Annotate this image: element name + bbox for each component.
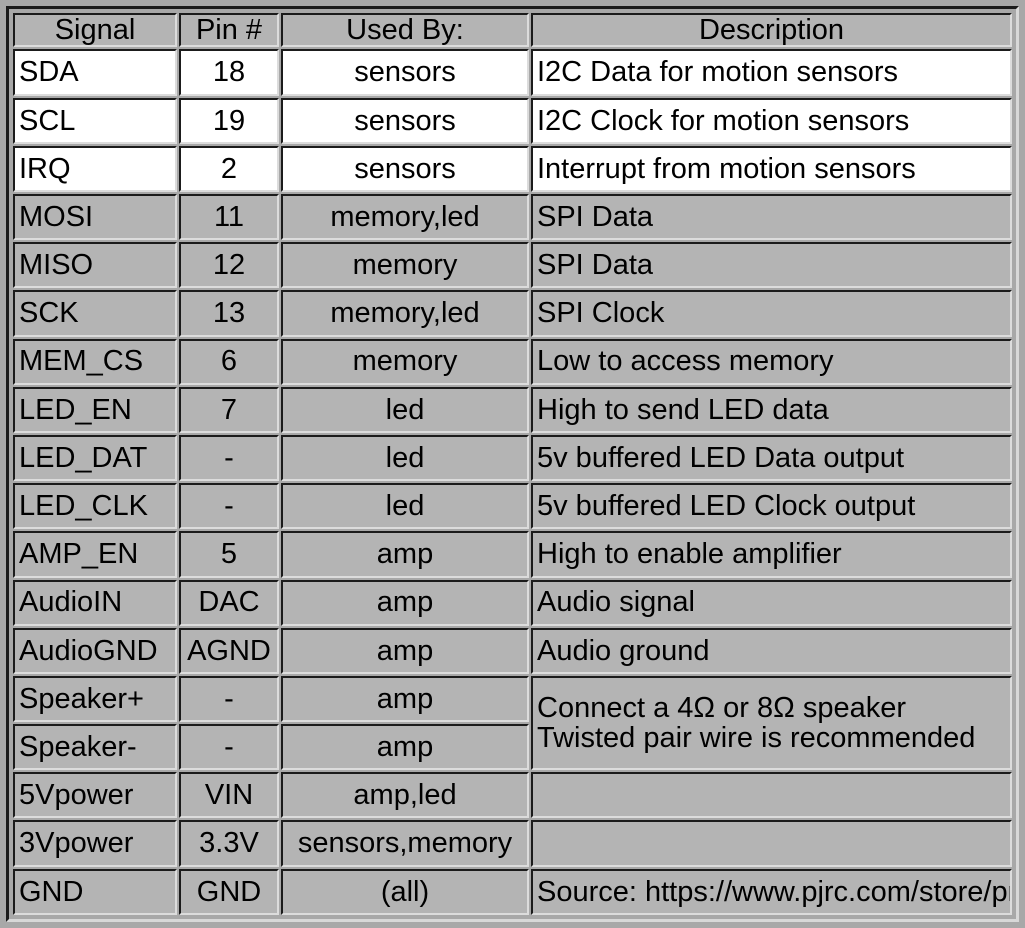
cell-signal: 5Vpower	[13, 772, 177, 819]
cell-description-speaker-merged: Connect a 4Ω or 8Ω speaker Twisted pair …	[531, 675, 1012, 771]
cell-description: Interrupt from motion sensors	[531, 145, 1012, 192]
cell-signal: Speaker-	[13, 724, 177, 771]
cell-pin: 5	[179, 531, 279, 578]
speaker-desc-line-2: Twisted pair wire is recommended	[537, 722, 976, 755]
cell-used-by: sensors,memory	[281, 820, 529, 867]
cell-description: SPI Data	[531, 194, 1012, 241]
column-header-signal: Signal	[13, 13, 177, 48]
cell-used-by: memory	[281, 338, 529, 385]
cell-used-by: led	[281, 386, 529, 433]
cell-used-by: sensors	[281, 145, 529, 192]
cell-pin: VIN	[179, 772, 279, 819]
cell-used-by: led	[281, 434, 529, 482]
prop-shield-pinout-table: Signal Pin # Used By: Description SDA 18…	[11, 11, 1014, 917]
table-row: SCL 19 sensors I2C Clock for motion sens…	[13, 97, 1012, 144]
cell-signal: LED_DAT	[13, 434, 177, 482]
table-row: LED_EN 7 led High to send LED data	[13, 386, 1012, 433]
cell-description: Audio signal	[531, 579, 1012, 626]
cell-used-by: memory	[281, 242, 529, 289]
table-row: IRQ 2 sensors Interrupt from motion sens…	[13, 145, 1012, 192]
table-row: MEM_CS 6 memory Low to access memory	[13, 338, 1012, 385]
cell-signal: SCK	[13, 290, 177, 337]
cell-pin: AGND	[179, 627, 279, 674]
table-row: AudioIN DAC amp Audio signal	[13, 579, 1012, 626]
cell-signal: GND	[13, 868, 177, 915]
cell-pin: 13	[179, 290, 279, 337]
cell-pin: -	[179, 675, 279, 723]
cell-pin: 19	[179, 97, 279, 144]
cell-signal: LED_CLK	[13, 483, 177, 530]
header-row: Signal Pin # Used By: Description	[13, 13, 1012, 48]
cell-pin: -	[179, 483, 279, 530]
cell-description: SPI Data	[531, 242, 1012, 289]
cell-used-by: (all)	[281, 868, 529, 915]
cell-pin: -	[179, 434, 279, 482]
cell-signal: MEM_CS	[13, 338, 177, 385]
table-header: Signal Pin # Used By: Description	[13, 13, 1012, 48]
speaker-desc-line-1: Connect a 4Ω or 8Ω speaker	[537, 691, 906, 724]
table-row: AudioGND AGND amp Audio ground	[13, 627, 1012, 674]
table-body: SDA 18 sensors I2C Data for motion senso…	[13, 49, 1012, 915]
table-row: LED_CLK - led 5v buffered LED Clock outp…	[13, 483, 1012, 530]
cell-used-by: amp	[281, 675, 529, 723]
cell-description: 5v buffered LED Data output	[531, 434, 1012, 482]
cell-used-by: amp	[281, 724, 529, 771]
cell-pin: 11	[179, 194, 279, 241]
cell-description: High to send LED data	[531, 386, 1012, 433]
table-row: AMP_EN 5 amp High to enable amplifier	[13, 531, 1012, 578]
table-row: GND GND (all) Source: https://www.pjrc.c…	[13, 868, 1012, 915]
cell-signal: SDA	[13, 49, 177, 96]
cell-description: I2C Clock for motion sensors	[531, 97, 1012, 144]
table-row: 5Vpower VIN amp,led	[13, 772, 1012, 819]
cell-description: High to enable amplifier	[531, 531, 1012, 578]
cell-signal: IRQ	[13, 145, 177, 192]
cell-pin: GND	[179, 868, 279, 915]
cell-used-by: amp	[281, 531, 529, 578]
table-row: LED_DAT - led 5v buffered LED Data outpu…	[13, 434, 1012, 482]
cell-pin: 12	[179, 242, 279, 289]
cell-used-by: amp,led	[281, 772, 529, 819]
source-note: Source: https://www.pjrc.com/store/prop_…	[531, 868, 1012, 915]
cell-pin: 6	[179, 338, 279, 385]
cell-used-by: amp	[281, 579, 529, 626]
cell-description: SPI Clock	[531, 290, 1012, 337]
cell-signal: AudioGND	[13, 627, 177, 674]
cell-signal: MOSI	[13, 194, 177, 241]
cell-used-by: amp	[281, 627, 529, 674]
column-header-used-by: Used By:	[281, 13, 529, 48]
cell-signal: SCL	[13, 97, 177, 144]
cell-pin: 2	[179, 145, 279, 192]
cell-signal: AudioIN	[13, 579, 177, 626]
table-row: 3Vpower 3.3V sensors,memory	[13, 820, 1012, 867]
cell-pin: DAC	[179, 579, 279, 626]
cell-description: Audio ground	[531, 627, 1012, 674]
table-row: SDA 18 sensors I2C Data for motion senso…	[13, 49, 1012, 96]
cell-description	[531, 772, 1012, 819]
table-row: SCK 13 memory,led SPI Clock	[13, 290, 1012, 337]
cell-signal: Speaker+	[13, 675, 177, 723]
column-header-description: Description	[531, 13, 1012, 48]
cell-description: Low to access memory	[531, 338, 1012, 385]
table-row: Speaker+ - amp Connect a 4Ω or 8Ω speake…	[13, 675, 1012, 771]
cell-description	[531, 820, 1012, 867]
cell-signal: LED_EN	[13, 386, 177, 433]
cell-pin: -	[179, 724, 279, 771]
cell-used-by: memory,led	[281, 290, 529, 337]
cell-description: 5v buffered LED Clock output	[531, 483, 1012, 530]
cell-used-by: sensors	[281, 49, 529, 96]
cell-pin: 7	[179, 386, 279, 433]
cell-pin: 3.3V	[179, 820, 279, 867]
cell-used-by: memory,led	[281, 194, 529, 241]
cell-used-by: sensors	[281, 97, 529, 144]
column-header-pin: Pin #	[179, 13, 279, 48]
table-row: MISO 12 memory SPI Data	[13, 242, 1012, 289]
cell-description: I2C Data for motion sensors	[531, 49, 1012, 96]
cell-pin: 18	[179, 49, 279, 96]
table-frame: Signal Pin # Used By: Description SDA 18…	[6, 6, 1019, 922]
table-row: MOSI 11 memory,led SPI Data	[13, 194, 1012, 241]
cell-signal: MISO	[13, 242, 177, 289]
cell-signal: AMP_EN	[13, 531, 177, 578]
cell-used-by: led	[281, 483, 529, 530]
cell-signal: 3Vpower	[13, 820, 177, 867]
